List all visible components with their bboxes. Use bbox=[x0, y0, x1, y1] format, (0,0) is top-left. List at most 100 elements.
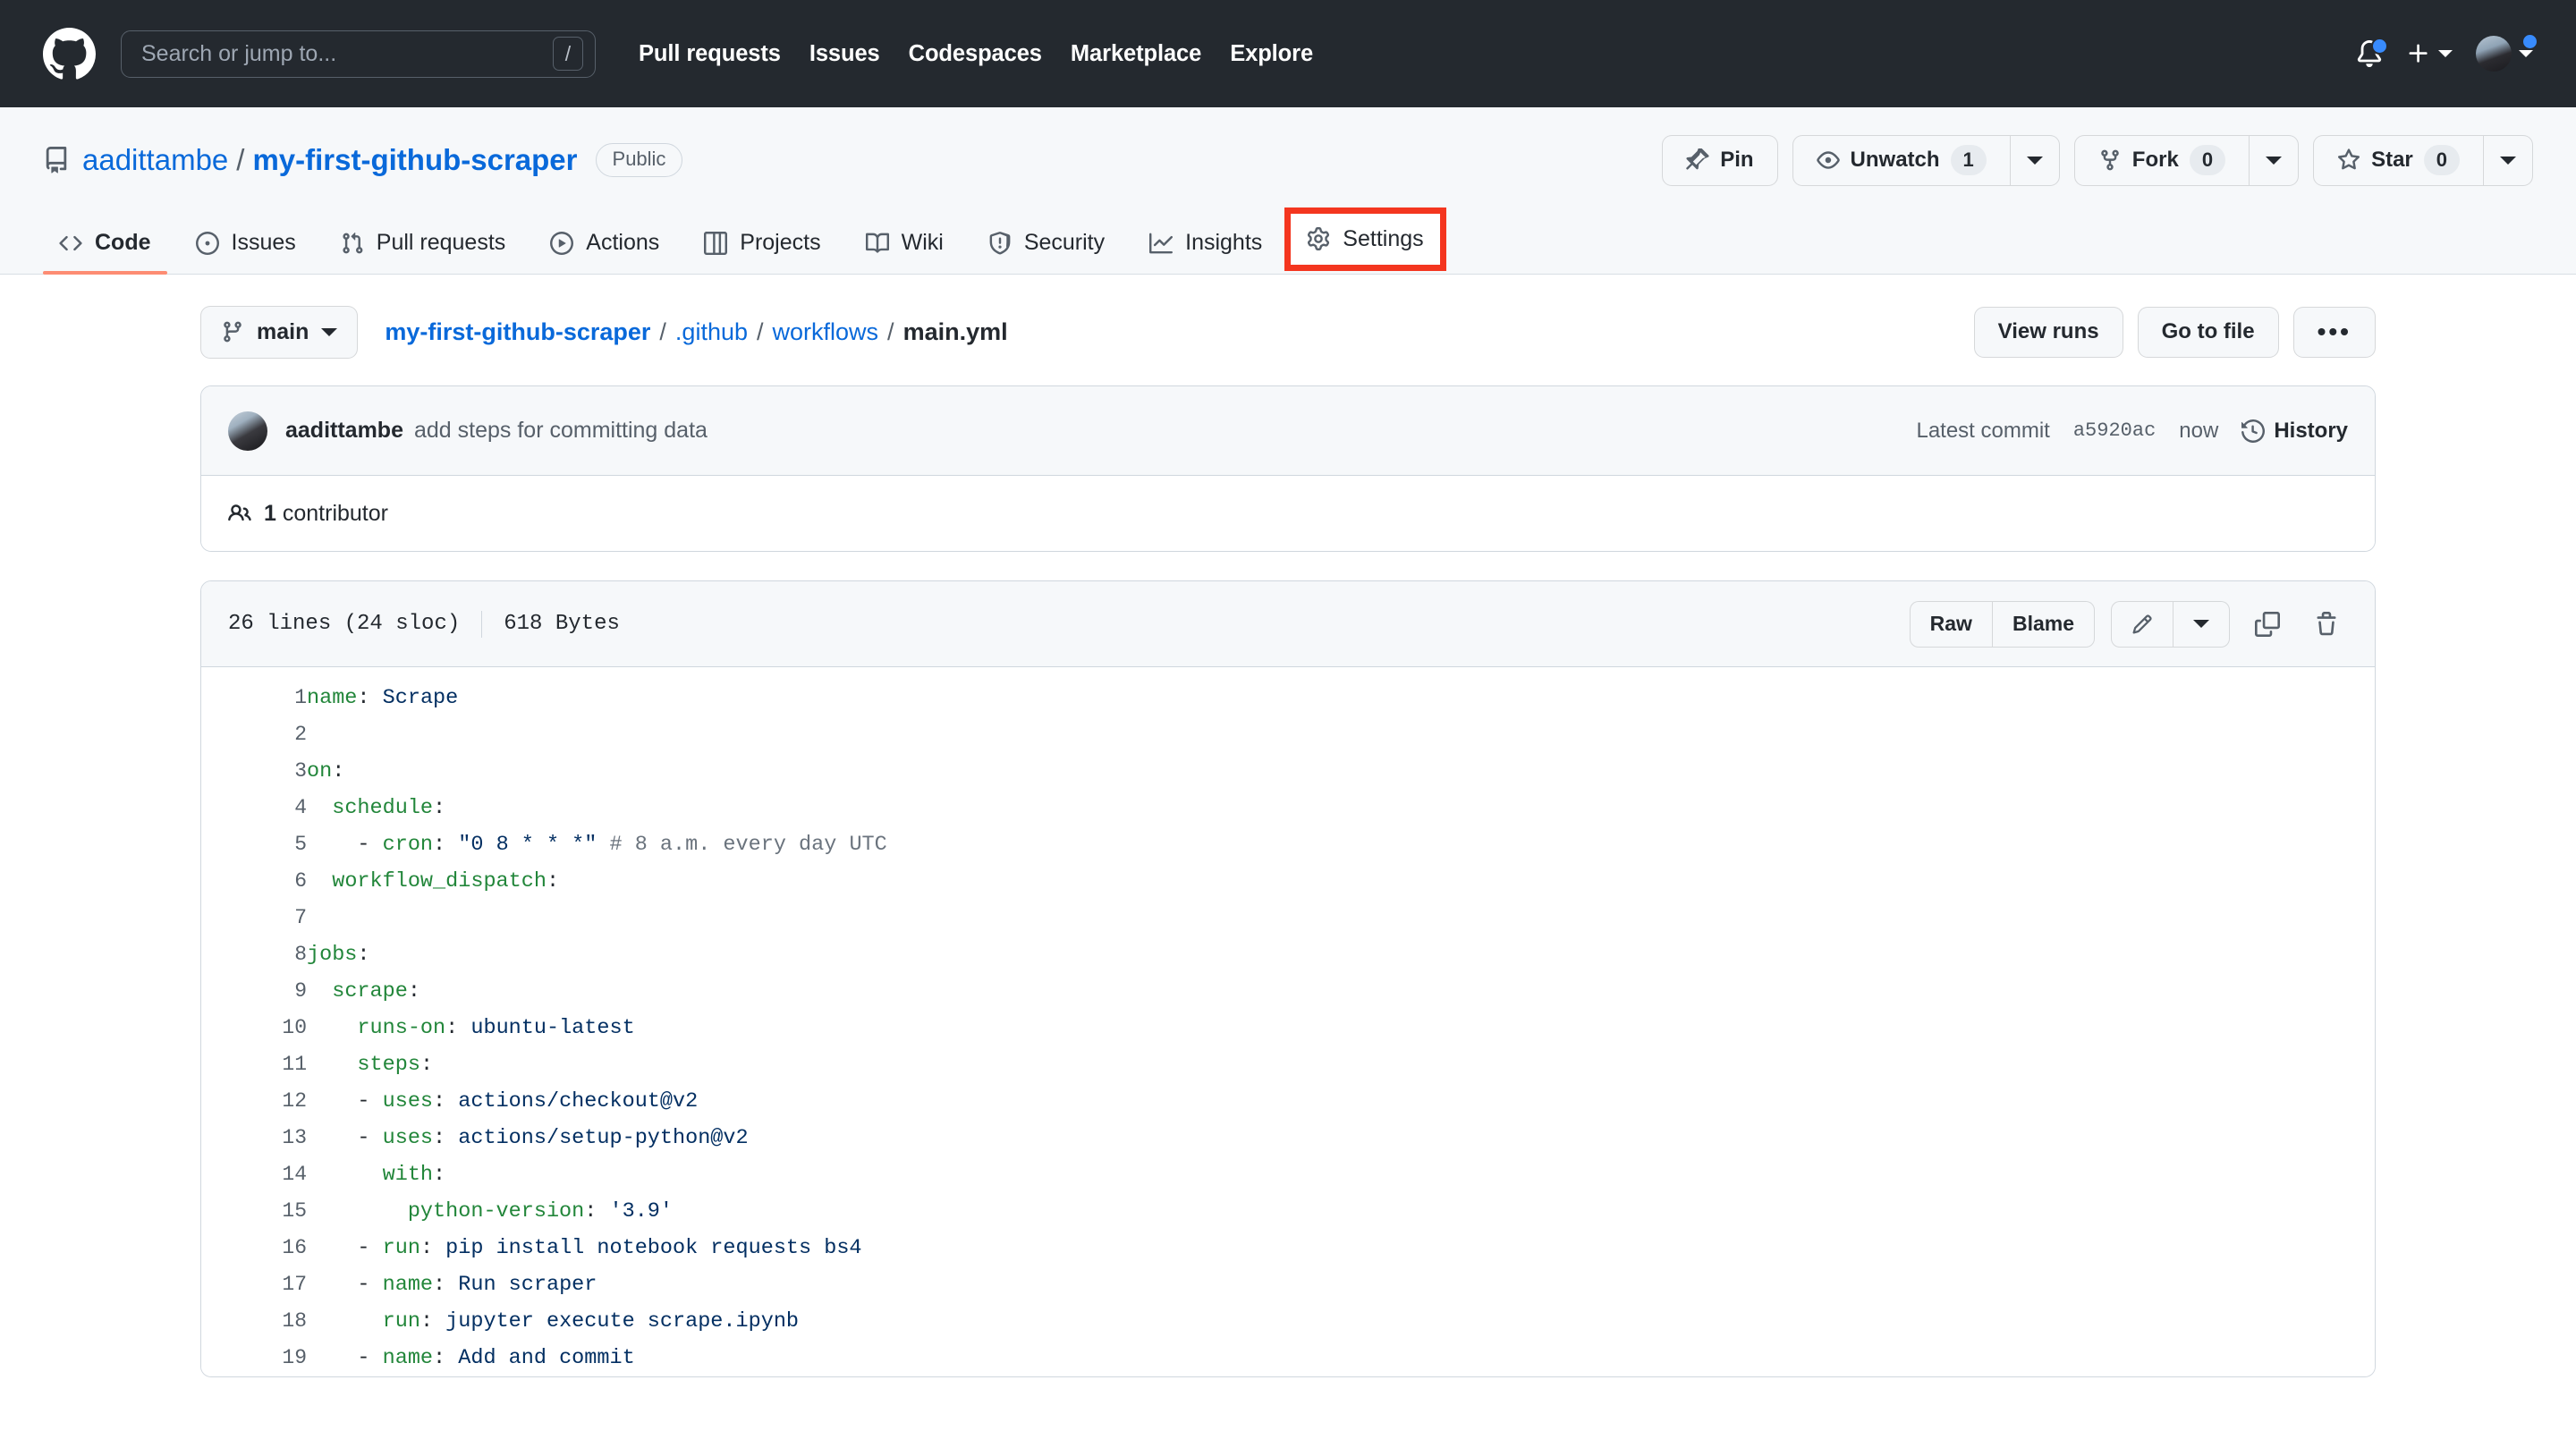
code-line: 17 - name: Run scraper bbox=[201, 1266, 2375, 1303]
raw-button[interactable]: Raw bbox=[1909, 600, 1993, 648]
nav-pull-requests[interactable]: Pull requests bbox=[624, 41, 795, 67]
code-token: steps bbox=[357, 1053, 420, 1077]
code-token: : bbox=[419, 1053, 434, 1077]
code-line: 3 on: bbox=[201, 753, 2375, 790]
blame-button[interactable]: Blame bbox=[1992, 600, 2095, 648]
search-input[interactable] bbox=[141, 40, 553, 67]
more-options-button[interactable]: ••• bbox=[2292, 306, 2376, 358]
line-number[interactable]: 1 bbox=[201, 680, 307, 716]
repo-owner-link[interactable]: aadittambe bbox=[82, 143, 228, 177]
line-number[interactable]: 11 bbox=[201, 1046, 307, 1083]
github-mark-icon[interactable] bbox=[43, 27, 96, 80]
account-menu-button[interactable] bbox=[2476, 33, 2538, 72]
tab-insights[interactable]: Insights bbox=[1133, 230, 1278, 274]
line-number[interactable]: 15 bbox=[201, 1193, 307, 1230]
breadcrumb-separator: / bbox=[887, 318, 894, 345]
fork-button[interactable]: Fork 0 bbox=[2073, 134, 2250, 186]
chevron-down-icon bbox=[2266, 156, 2283, 165]
tab-settings[interactable]: Settings bbox=[1284, 207, 1446, 271]
line-number[interactable]: 10 bbox=[201, 1010, 307, 1046]
line-content: runs-on: ubuntu-latest bbox=[307, 1010, 2375, 1046]
line-number[interactable]: 13 bbox=[201, 1120, 307, 1156]
view-runs-button[interactable]: View runs bbox=[1973, 306, 2123, 358]
notification-indicator-dot bbox=[2371, 38, 2388, 55]
tab-code[interactable]: Code bbox=[43, 230, 167, 275]
unwatch-button[interactable]: Unwatch 1 bbox=[1792, 134, 2011, 186]
history-link[interactable]: History bbox=[2241, 419, 2348, 444]
line-content: - uses: actions/checkout@v2 bbox=[307, 1083, 2375, 1120]
line-number[interactable]: 17 bbox=[201, 1266, 307, 1303]
tab-wiki[interactable]: Wiki bbox=[850, 230, 960, 274]
notifications-button[interactable] bbox=[2356, 38, 2388, 67]
code-line: 1 name: Scrape bbox=[201, 680, 2375, 716]
tab-actions[interactable]: Actions bbox=[534, 230, 675, 274]
line-number[interactable]: 3 bbox=[201, 753, 307, 790]
search-box[interactable]: / bbox=[121, 30, 596, 78]
watch-dropdown-button[interactable] bbox=[2010, 134, 2060, 186]
code-token: # 8 a.m. every day UTC bbox=[597, 833, 887, 857]
line-number[interactable]: 9 bbox=[201, 973, 307, 1010]
breadcrumb-repo-link[interactable]: my-first-github-scraper bbox=[385, 318, 650, 346]
code-token: on bbox=[307, 759, 333, 783]
line-content: python-version: '3.9' bbox=[307, 1193, 2375, 1230]
breadcrumb-github-dir-link[interactable]: .github bbox=[675, 318, 748, 346]
edit-group bbox=[2111, 600, 2230, 648]
star-dropdown-button[interactable] bbox=[2484, 134, 2533, 186]
code-token: ubuntu-latest bbox=[470, 1016, 635, 1040]
contributors-row[interactable]: 1 contributor bbox=[201, 476, 2375, 551]
line-number[interactable]: 2 bbox=[201, 716, 307, 753]
nav-explore[interactable]: Explore bbox=[1216, 41, 1327, 67]
line-content: jobs: bbox=[307, 936, 2375, 973]
edit-file-button[interactable] bbox=[2111, 600, 2174, 648]
nav-issues[interactable]: Issues bbox=[795, 41, 894, 67]
pin-button[interactable]: Pin bbox=[1662, 134, 1778, 186]
code-viewer[interactable]: 1 name: Scrape 2 3 on: 4 schedule: 5 - cron: … bbox=[201, 667, 2375, 1376]
breadcrumb-workflows-dir-link[interactable]: workflows bbox=[773, 318, 879, 346]
nav-codespaces[interactable]: Codespaces bbox=[894, 41, 1056, 67]
breadcrumb: my-first-github-scraper / .github / work… bbox=[385, 318, 1007, 346]
go-to-file-button[interactable]: Go to file bbox=[2137, 306, 2279, 358]
star-button[interactable]: Star 0 bbox=[2313, 134, 2484, 186]
repo-name-link[interactable]: my-first-github-scraper bbox=[252, 143, 577, 177]
code-token: '3.9' bbox=[609, 1199, 673, 1224]
line-number[interactable]: 16 bbox=[201, 1230, 307, 1266]
line-content: name: Scrape bbox=[307, 680, 2375, 716]
history-label: History bbox=[2274, 418, 2348, 443]
line-number[interactable]: 12 bbox=[201, 1083, 307, 1120]
nav-marketplace[interactable]: Marketplace bbox=[1056, 41, 1216, 67]
commit-message[interactable]: add steps for committing data bbox=[414, 418, 708, 444]
repository-tab-nav: Code Issues Pull requests Actions Projec… bbox=[43, 207, 2533, 275]
code-icon bbox=[59, 235, 82, 250]
line-number[interactable]: 8 bbox=[201, 936, 307, 973]
line-number[interactable]: 5 bbox=[201, 826, 307, 863]
tab-projects[interactable]: Projects bbox=[688, 230, 836, 274]
watch-button-group: Unwatch 1 bbox=[1792, 134, 2060, 186]
line-number[interactable]: 4 bbox=[201, 790, 307, 826]
fork-dropdown-button[interactable] bbox=[2250, 134, 2300, 186]
branch-selector-button[interactable]: main bbox=[200, 305, 359, 359]
repository-actions: Pin Unwatch 1 Fork 0 Star 0 bbox=[1662, 134, 2533, 186]
tab-issues[interactable]: Issues bbox=[180, 230, 312, 274]
create-new-button[interactable] bbox=[2406, 41, 2453, 66]
line-number[interactable]: 18 bbox=[201, 1303, 307, 1340]
edit-dropdown-button[interactable] bbox=[2174, 600, 2230, 648]
code-token: uses bbox=[382, 1126, 434, 1150]
delete-file-button[interactable] bbox=[2305, 603, 2348, 646]
tab-pull-requests[interactable]: Pull requests bbox=[325, 230, 522, 274]
copy-raw-contents-button[interactable] bbox=[2246, 603, 2289, 646]
fork-count: 0 bbox=[2189, 144, 2226, 176]
commit-sha[interactable]: a5920ac bbox=[2073, 419, 2156, 442]
commit-author-link[interactable]: aadittambe bbox=[285, 418, 403, 444]
file-header: 26 lines (24 sloc) 618 Bytes Raw Blame bbox=[201, 581, 2375, 667]
tab-security-label: Security bbox=[1023, 230, 1106, 255]
line-content: run: jupyter execute scrape.ipynb bbox=[307, 1303, 2375, 1340]
code-line: 14 with: bbox=[201, 1156, 2375, 1193]
line-number[interactable]: 19 bbox=[201, 1340, 307, 1376]
code-token: - bbox=[307, 1346, 383, 1370]
line-number[interactable]: 6 bbox=[201, 863, 307, 900]
line-number[interactable]: 14 bbox=[201, 1156, 307, 1193]
line-number[interactable]: 7 bbox=[201, 900, 307, 936]
tab-security[interactable]: Security bbox=[972, 230, 1121, 274]
code-token: : bbox=[433, 1273, 459, 1297]
code-token: : bbox=[357, 686, 383, 710]
